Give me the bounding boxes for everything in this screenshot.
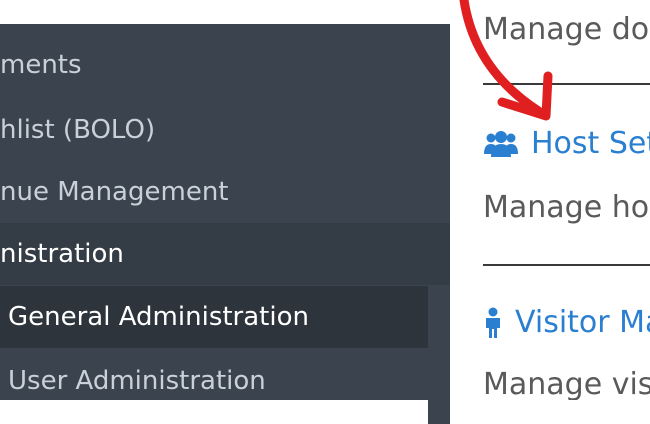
sidebar-item-label: nistration [0,239,124,269]
sidebar-item-documents[interactable]: ments [0,34,450,96]
sidebar-item-watchlist-bolo[interactable]: hlist (BOLO) [0,99,450,161]
visitor-management-title: Visitor Ma [515,305,650,340]
sidebar-item-user-administration[interactable]: User Administration [0,350,450,412]
visitor-management-link[interactable]: Visitor Ma [483,305,650,340]
users-icon [483,129,519,159]
sidebar-item-label: nue Management [0,177,229,207]
sidebar-item-label: User Administration [8,366,266,396]
sidebar-item-label: hlist (BOLO) [0,115,156,145]
host-settings-link[interactable]: Host Set [483,126,650,161]
section-description: Manage hos [483,190,650,225]
section-description: Manage visi [483,367,650,400]
sidebar-nav: ments hlist (BOLO) nue Management nistra… [0,24,450,424]
sidebar-item-venue-management[interactable]: nue Management [0,161,450,223]
divider [483,83,650,85]
sidebar-item-administration[interactable]: nistration [0,223,450,285]
person-icon [483,307,503,339]
section-description: Manage doc [483,12,650,47]
sidebar-item-label: General Administration [8,302,309,332]
sidebar-scrollbar[interactable] [428,310,450,424]
divider [483,264,650,266]
sidebar-item-general-administration[interactable]: General Administration [0,286,428,348]
host-settings-title: Host Set [531,126,650,161]
sidebar-item-label: ments [0,50,82,80]
content-panel: Manage doc Host Set Manage hos Visitor M… [450,0,650,400]
